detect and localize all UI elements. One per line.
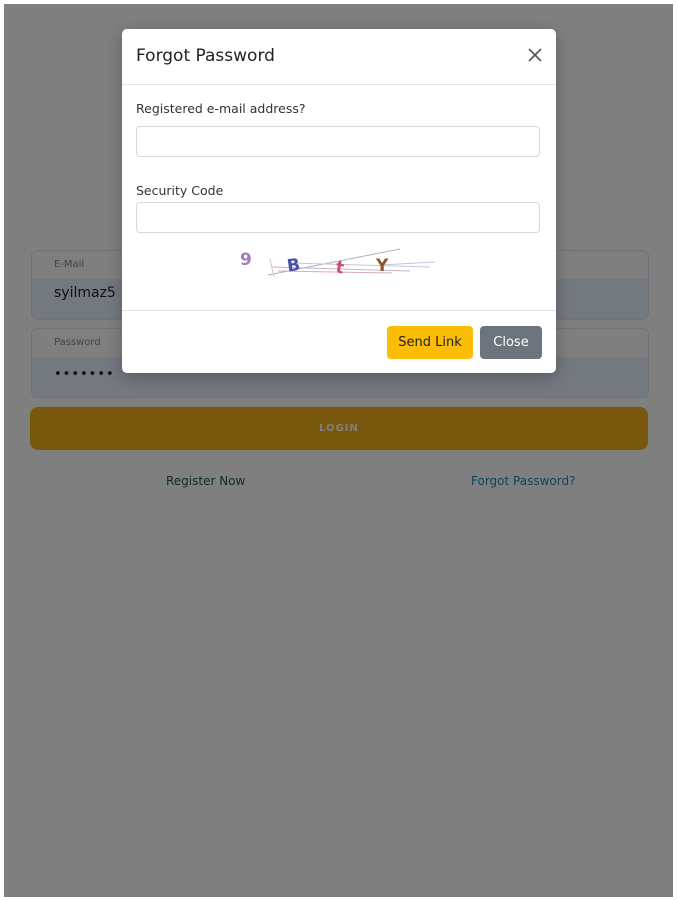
registered-email-label: Registered e-mail address? [136,101,306,116]
send-link-button[interactable]: Send Link [387,326,473,359]
modal-header: Forgot Password [122,29,556,85]
close-button[interactable]: Close [480,326,542,359]
modal-title: Forgot Password [136,46,275,66]
registered-email-input[interactable] [136,126,540,157]
security-code-input[interactable] [136,202,540,233]
captcha-char: 9 [240,250,252,270]
captcha-char: t [334,257,345,278]
modal-footer: Send Link Close [122,310,556,374]
forgot-password-modal: Forgot Password Registered e-mail addres… [122,29,556,373]
security-code-label: Security Code [136,183,224,198]
app-frame: E-Mail syilmaz5 Password ••••••• LOGIN R… [4,4,673,897]
captcha-char: Y [375,256,389,276]
captcha-image: 9 B t Y [240,248,436,279]
close-icon[interactable] [526,46,544,64]
captcha-char: B [286,255,302,277]
modal-body: Registered e-mail address? Security Code… [122,85,556,310]
